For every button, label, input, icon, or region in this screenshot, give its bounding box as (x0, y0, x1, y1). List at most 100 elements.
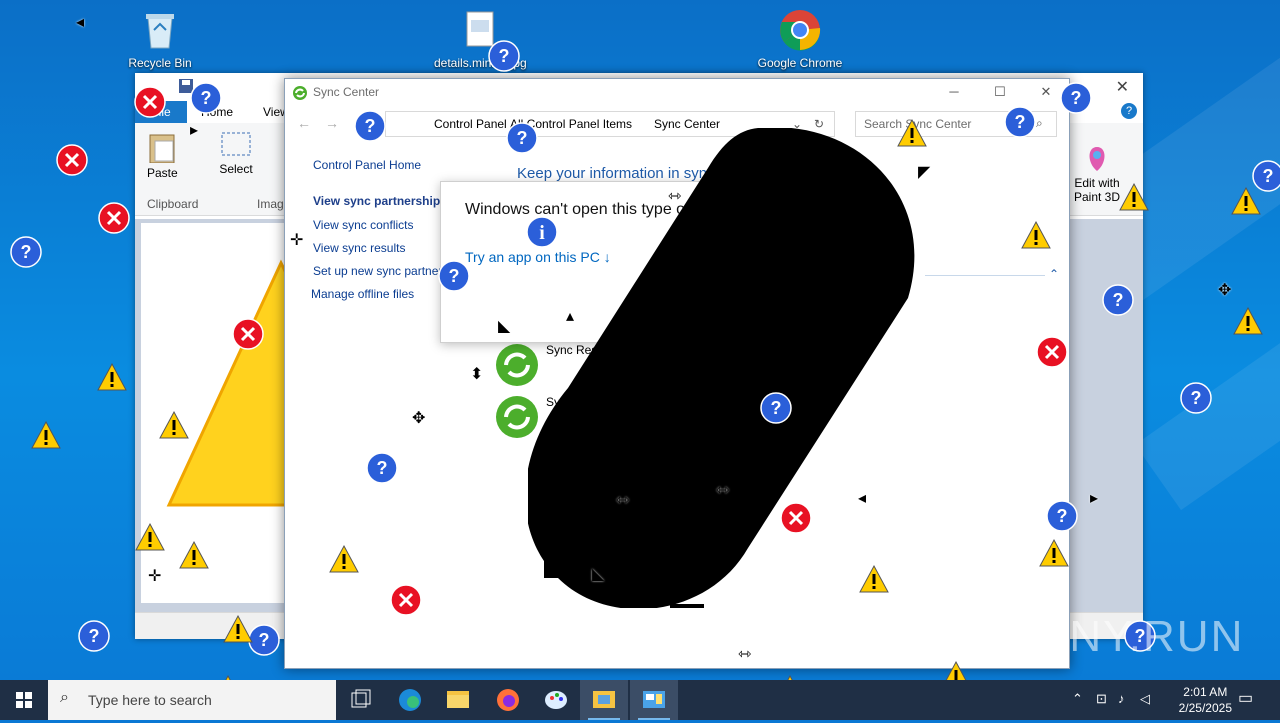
warning-icon (158, 410, 190, 443)
control-panel-home-link[interactable]: Control Panel Home (313, 158, 421, 172)
svg-text:?: ? (21, 242, 32, 262)
cursor-artifact-icon: ◂ (858, 490, 867, 507)
error-icon (56, 144, 88, 179)
error-icon (134, 86, 166, 121)
desktop-icon-recycle-bin[interactable]: Recycle Bin (115, 8, 205, 70)
svg-text:?: ? (201, 88, 212, 108)
warning-icon (1232, 306, 1264, 339)
paint-taskbar-button[interactable] (532, 680, 580, 720)
nav-view-sync-results[interactable]: View sync results (313, 241, 405, 255)
question-icon: ? (760, 392, 792, 427)
question-icon: ? (1046, 500, 1078, 535)
svg-text:?: ? (499, 46, 510, 66)
question-icon: ? (1180, 382, 1212, 417)
recycle-bin-icon (138, 8, 182, 52)
warning-icon (30, 420, 62, 453)
question-icon: ? (354, 110, 386, 145)
cursor-artifact-icon: ✛ (290, 232, 304, 249)
show-hidden-icons-chevron-icon[interactable]: ⌃ (1072, 691, 1083, 707)
cursor-artifact-icon: ◣ (592, 566, 605, 583)
file-explorer-taskbar-button[interactable] (434, 680, 482, 720)
warning-icon (1230, 186, 1262, 219)
start-button[interactable] (0, 680, 48, 720)
question-icon: ? (190, 82, 222, 117)
warning-icon (178, 540, 210, 573)
task-view-button[interactable] (336, 680, 384, 720)
error-icon (232, 318, 264, 353)
paste-button[interactable]: Paste (147, 131, 178, 180)
collapse-chevron-icon[interactable]: ⌃ (1049, 267, 1059, 281)
cursor-artifact-icon: ◂ (76, 14, 85, 31)
warning-icon (896, 118, 928, 151)
firefox-taskbar-button[interactable] (484, 680, 532, 720)
svg-text:?: ? (449, 266, 460, 286)
cursor-artifact-icon: ▸ (1090, 490, 1099, 507)
warning-icon (222, 614, 254, 647)
nav-view-sync-conflicts[interactable]: View sync conflicts (313, 218, 413, 232)
back-arrow-icon[interactable]: ← (297, 115, 311, 131)
select-label: Select (219, 162, 253, 176)
taskbar: ⌕ Type here to search ⌃ ⊡ ♪ ◁ 2:01 AM 2/… (0, 680, 1280, 720)
forward-arrow-icon[interactable]: → (325, 115, 339, 131)
svg-text:?: ? (89, 626, 100, 646)
nav-manage-offline-files[interactable]: Manage offline files (311, 287, 414, 301)
svg-text:?: ? (365, 116, 376, 136)
firefox-icon (497, 689, 519, 711)
cursor-artifact-icon: ▸ (190, 122, 199, 139)
warning-icon (858, 564, 890, 597)
warning-icon (328, 544, 360, 577)
clock-date: 2/25/2025 (1178, 701, 1232, 715)
desktop-icon-chrome[interactable]: Google Chrome (755, 8, 845, 70)
sync-center-icon (292, 84, 308, 110)
svg-text:?: ? (1191, 388, 1202, 408)
explorer-window-taskbar-button[interactable] (580, 680, 628, 720)
svg-text:i: i (539, 222, 545, 244)
clock[interactable]: 2:01 AM 2/25/2025 (1179, 684, 1232, 716)
edge-taskbar-button[interactable] (386, 680, 434, 720)
cursor-artifact-icon: ⇿ (716, 482, 730, 499)
svg-text:?: ? (1263, 166, 1274, 186)
question-icon: ? (1004, 106, 1036, 141)
cursor-artifact-icon: ⇿ (616, 492, 630, 509)
search-icon: ⌕ (60, 689, 69, 706)
minimize-button[interactable]: ─ (931, 79, 977, 105)
error-icon (390, 584, 422, 619)
question-icon: ? (488, 40, 520, 75)
warning-icon (1118, 182, 1150, 215)
speaker-icon[interactable]: ◁ (1140, 691, 1150, 707)
folder-icon (593, 691, 615, 708)
search-icon[interactable]: ⌕ (1036, 116, 1043, 131)
cursor-artifact-icon: ⇿ (668, 188, 682, 205)
maximize-button[interactable]: ☐ (977, 79, 1023, 105)
paint-close-icon[interactable]: ✕ (1116, 77, 1129, 97)
question-icon: ? (1060, 82, 1092, 117)
nav-view-sync-partnerships[interactable]: View sync partnerships (313, 194, 447, 208)
info-icon: i (526, 216, 558, 251)
warning-icon (96, 362, 128, 395)
network-icon[interactable]: ⊡ (1096, 691, 1107, 707)
warning-icon (1020, 220, 1052, 253)
window-title: Sync Center (313, 85, 380, 99)
cursor-artifact-icon: ◤ (918, 164, 931, 181)
svg-text:?: ? (1057, 506, 1068, 526)
help-icon[interactable]: ? (1121, 103, 1137, 119)
black-glitch-shape (528, 128, 915, 608)
task-view-icon (351, 689, 371, 708)
paint-icon (545, 691, 567, 709)
volume-icon[interactable]: ♪ (1118, 691, 1125, 706)
select-button[interactable]: Select (219, 131, 253, 176)
clock-time: 2:01 AM (1183, 685, 1228, 699)
chrome-icon (778, 8, 822, 52)
desktop-icon-label: Google Chrome (757, 56, 843, 70)
breadcrumb-control-panel[interactable]: Control Panel (434, 117, 507, 131)
question-icon: ? (78, 620, 110, 655)
control-panel-taskbar-button[interactable] (630, 680, 678, 720)
cursor-artifact-icon: ✥ (1218, 282, 1232, 299)
taskbar-search-box[interactable]: ⌕ Type here to search (48, 680, 336, 720)
svg-text:?: ? (259, 630, 270, 650)
cursor-artifact-icon: ⬍ (470, 366, 484, 383)
question-icon: ? (1102, 284, 1134, 319)
taskbar-search-placeholder: Type here to search (88, 692, 212, 708)
notifications-icon[interactable]: ▭ (1238, 688, 1253, 708)
clipboard-icon (149, 134, 175, 164)
